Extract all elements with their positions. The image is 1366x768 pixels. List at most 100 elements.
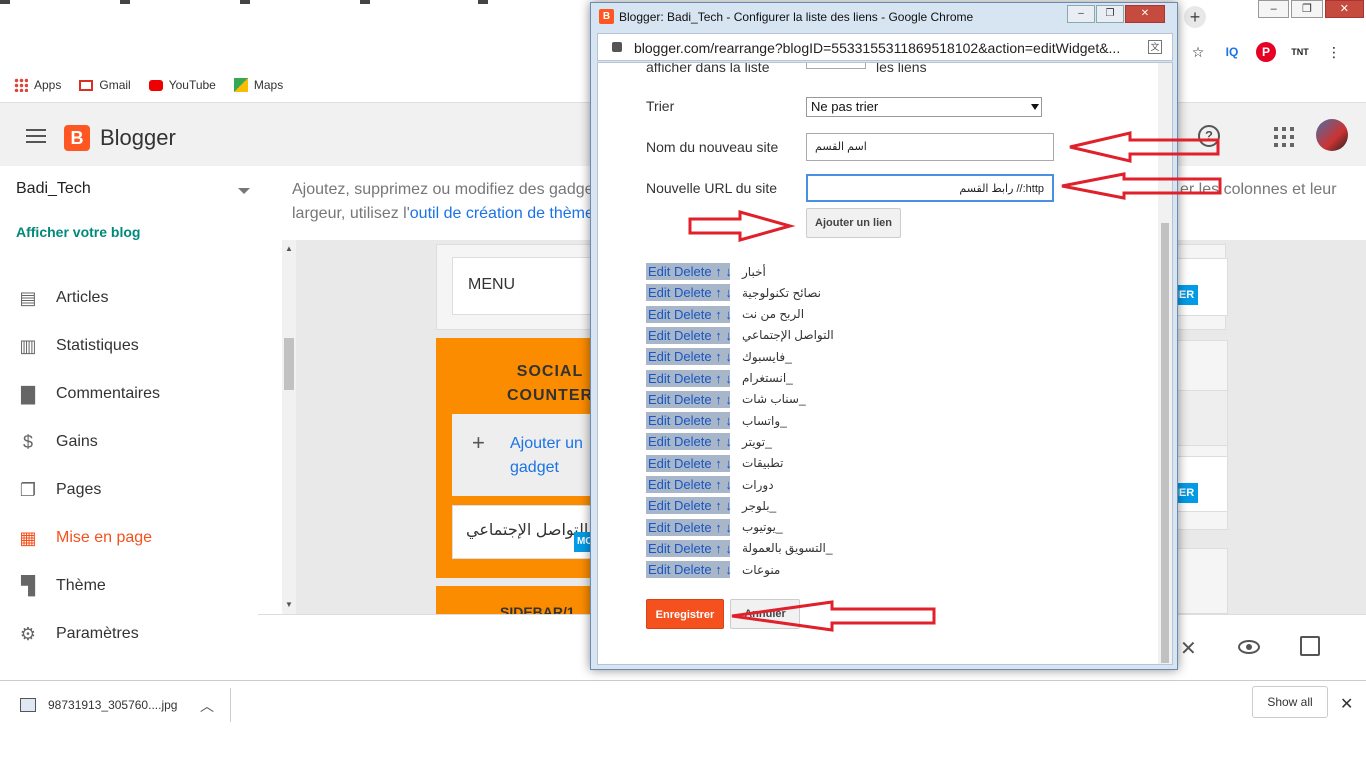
download-file-name[interactable]: 98731913_305760....jpg [48,698,177,712]
blog-selector[interactable]: Badi_Tech [16,180,91,198]
popup-address-bar[interactable]: blogger.com/rearrange?blogID=55331553118… [597,33,1173,61]
link-list-item: Edit Delete ↑ ↓ _سناب شات [646,390,842,408]
star-icon[interactable]: ☆ [1188,42,1208,62]
sidebar-item-parametres[interactable]: ⚙ Paramètres [0,614,258,654]
link-title: أخبار [742,264,766,279]
max-links-input[interactable] [806,63,866,69]
maps-icon [233,78,248,92]
link-title: الربح من نت [742,307,805,322]
link-title: التواصل الإجتماعي [742,328,834,343]
scroll-down-icon[interactable]: ▼ [285,600,293,609]
maximize-button[interactable]: ❐ [1096,5,1124,23]
bookmark-youtube[interactable]: YouTube [148,78,216,92]
link-title: _سناب شات [742,392,806,407]
link-row-controls[interactable]: Edit Delete ↑ ↓ [646,326,732,344]
save-icon[interactable] [1300,636,1320,656]
link-row-controls[interactable]: Edit Delete ↑ ↓ [646,348,732,366]
layout-scrollbar[interactable] [282,240,296,614]
section-title: SOCIAL COUNTER [506,363,594,404]
sidebar-item-statistiques[interactable]: ▥ Statistiques [0,326,258,366]
add-gadget-label[interactable]: Ajouter un gadget [510,432,600,480]
link-row-controls[interactable]: Edit Delete ↑ ↓ [646,284,732,302]
link-list-item: Edit Delete ↑ ↓ دورات [646,476,842,493]
sidebar-item-articles[interactable]: ▤ Articles [0,278,258,318]
theme-icon: ▜ [21,575,35,596]
new-site-label: Nom du nouveau site [646,139,779,155]
close-window-button[interactable]: ✕ [1125,5,1165,23]
link-list-item: Edit Delete ↑ ↓ نصائح تكنولوجية [646,284,842,302]
bookmark-gmail[interactable]: Gmail [79,78,131,92]
scrollbar-thumb[interactable] [1161,223,1169,663]
view-blog-link[interactable]: Afficher votre blog [16,224,140,240]
popup-window-controls: – ❐ ✕ [1067,5,1166,23]
sidebar-item-mise-en-page[interactable]: ▦ Mise en page [0,518,258,558]
close-icon[interactable]: ✕ [1340,694,1353,714]
add-link-button[interactable]: Ajouter un lien [806,208,901,238]
link-list-item: Edit Delete ↑ ↓ _يوتيوب [646,518,842,536]
hamburger-menu-icon[interactable] [26,129,46,143]
stats-icon: ▥ [19,335,37,356]
link-title: منوعات [742,562,781,577]
link-title: نصائح تكنولوجية [742,285,821,300]
maximize-button[interactable]: ❐ [1291,0,1323,18]
close-icon[interactable]: ✕ [1180,636,1197,661]
link-row-controls[interactable]: Edit Delete ↑ ↓ [646,561,732,579]
cancel-button[interactable]: Annuler [730,599,800,629]
popup-content: afficher dans la liste les liens Trier N… [597,62,1173,665]
link-row-controls[interactable]: Edit Delete ↑ ↓ [646,390,732,408]
scrollbar-thumb[interactable] [284,338,294,390]
save-button[interactable]: Enregistrer [646,599,724,629]
sidebar-item-gains[interactable]: $ Gains [0,422,258,462]
new-tab-button[interactable]: + [1184,6,1206,28]
dollar-icon: $ [22,431,33,452]
link-row-controls[interactable]: Edit Delete ↑ ↓ [646,305,732,323]
youtube-icon [148,79,163,91]
sidebar: Badi_Tech Afficher votre blog ▤ Articles… [0,166,258,666]
link-list-item: Edit Delete ↑ ↓ _واتساب [646,412,842,430]
articles-icon: ▤ [19,287,37,308]
minimize-button[interactable]: – [1067,5,1095,23]
link-row-controls[interactable]: Edit Delete ↑ ↓ [646,476,732,493]
link-row-controls[interactable]: Edit Delete ↑ ↓ [646,263,732,280]
new-site-name-input[interactable]: اسم القسم [806,133,1054,161]
new-url-label: Nouvelle URL du site [646,180,777,196]
chevron-down-icon[interactable] [238,188,250,194]
close-window-button[interactable]: ✕ [1324,0,1364,18]
translate-icon[interactable]: 文 [1148,40,1162,54]
sidebar-item-commentaires[interactable]: ▇ Commentaires [0,374,258,414]
layout-icon: ▦ [19,527,37,548]
preview-icon[interactable] [1238,640,1260,654]
show-all-button[interactable]: Show all [1252,686,1328,718]
iq-icon[interactable]: IQ [1222,42,1242,62]
theme-designer-link[interactable]: outil de création de thème [410,205,594,222]
sidebar-item-pages[interactable]: ❐ Pages [0,470,258,510]
bookmark-maps[interactable]: Maps [233,78,283,92]
link-row-controls[interactable]: Edit Delete ↑ ↓ [646,454,732,472]
new-site-url-input[interactable]: http:// رابط القسم [806,174,1054,202]
pinterest-icon[interactable]: P [1256,42,1276,62]
link-row-controls[interactable]: Edit Delete ↑ ↓ [646,497,732,515]
link-row-controls[interactable]: Edit Delete ↑ ↓ [646,369,732,387]
scroll-up-icon[interactable]: ▲ [285,244,293,253]
link-title: _التسويق بالعمولة [742,541,833,556]
divider [230,688,231,722]
help-icon[interactable]: ? [1198,125,1220,147]
menu-dots-icon[interactable]: ⋮ [1324,42,1344,62]
sort-select[interactable]: Ne pas trier [806,97,1042,117]
blogger-logo: B [64,125,90,151]
tnt-icon[interactable]: TNT [1290,42,1310,62]
menu-label: MENU [468,276,516,293]
bookmark-apps[interactable]: Apps [14,78,61,92]
max-links-label: afficher dans la liste [646,62,770,75]
sidebar-item-theme[interactable]: ▜ Thème [0,566,258,606]
link-row-controls[interactable]: Edit Delete ↑ ↓ [646,539,732,557]
chevron-up-icon[interactable]: ︿ [200,696,214,716]
link-row-controls[interactable]: Edit Delete ↑ ↓ [646,412,732,430]
minimize-button[interactable]: – [1258,0,1290,18]
link-row-controls[interactable]: Edit Delete ↑ ↓ [646,433,732,451]
link-row-controls[interactable]: Edit Delete ↑ ↓ [646,518,732,536]
apps-grid-icon[interactable] [1274,127,1294,147]
link-title: _فايسبوك [742,349,792,364]
avatar[interactable] [1316,119,1348,151]
gear-icon: ⚙ [19,623,37,644]
